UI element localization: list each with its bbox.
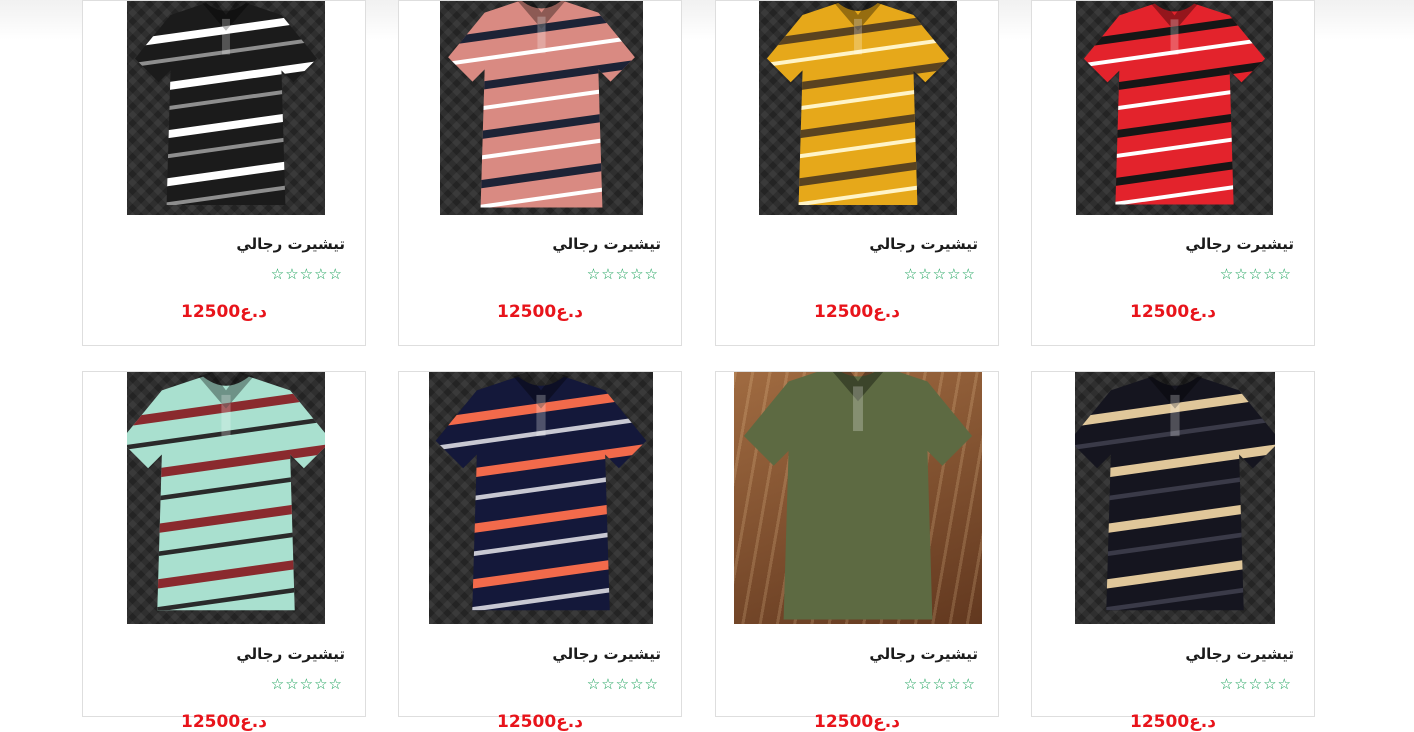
product-title[interactable]: تيشيرت رجالي xyxy=(869,235,978,253)
product-image[interactable] xyxy=(127,1,325,215)
product-image[interactable] xyxy=(127,372,325,624)
rating-stars: ☆☆☆☆☆ xyxy=(270,265,343,283)
product-title[interactable]: تيشيرت رجالي xyxy=(1185,645,1294,663)
product-price: د.ع12500 xyxy=(814,712,900,732)
product-price: د.ع12500 xyxy=(497,302,583,322)
product-price: د.ع12500 xyxy=(814,302,900,322)
product-image[interactable] xyxy=(1075,372,1275,624)
product-image[interactable] xyxy=(440,1,643,215)
product-price: د.ع12500 xyxy=(181,712,267,732)
product-image[interactable] xyxy=(759,1,957,215)
product-price: د.ع12500 xyxy=(181,302,267,322)
rating-stars: ☆☆☆☆☆ xyxy=(586,265,659,283)
product-card[interactable]: تيشيرت رجالي ☆☆☆☆☆ د.ع12500 xyxy=(1031,371,1315,732)
product-card[interactable]: تيشيرت رجالي ☆☆☆☆☆ د.ع12500 xyxy=(1031,0,1315,346)
rating-stars: ☆☆☆☆☆ xyxy=(270,675,343,693)
rating-stars: ☆☆☆☆☆ xyxy=(586,675,659,693)
product-title[interactable]: تيشيرت رجالي xyxy=(236,645,345,663)
product-title[interactable]: تيشيرت رجالي xyxy=(552,645,661,663)
product-title[interactable]: تيشيرت رجالي xyxy=(236,235,345,253)
product-price: د.ع12500 xyxy=(1130,712,1216,732)
product-title[interactable]: تيشيرت رجالي xyxy=(869,645,978,663)
product-image[interactable] xyxy=(429,372,653,624)
product-card[interactable]: تيشيرت رجالي ☆☆☆☆☆ د.ع12500 xyxy=(398,371,682,732)
rating-stars: ☆☆☆☆☆ xyxy=(903,675,976,693)
product-title[interactable]: تيشيرت رجالي xyxy=(1185,235,1294,253)
product-price: د.ع12500 xyxy=(497,712,583,732)
product-card[interactable]: تيشيرت رجالي ☆☆☆☆☆ د.ع12500 xyxy=(82,0,366,346)
product-image[interactable] xyxy=(734,372,982,624)
product-title[interactable]: تيشيرت رجالي xyxy=(552,235,661,253)
product-card[interactable]: تيشيرت رجالي ☆☆☆☆☆ د.ع12500 xyxy=(82,371,366,732)
rating-stars: ☆☆☆☆☆ xyxy=(903,265,976,283)
rating-stars: ☆☆☆☆☆ xyxy=(1219,265,1292,283)
product-card[interactable]: تيشيرت رجالي ☆☆☆☆☆ د.ع12500 xyxy=(715,371,999,732)
product-image[interactable] xyxy=(1076,1,1273,215)
product-card[interactable]: تيشيرت رجالي ☆☆☆☆☆ د.ع12500 xyxy=(398,0,682,346)
rating-stars: ☆☆☆☆☆ xyxy=(1219,675,1292,693)
product-card[interactable]: تيشيرت رجالي ☆☆☆☆☆ د.ع12500 xyxy=(715,0,999,346)
product-price: د.ع12500 xyxy=(1130,302,1216,322)
